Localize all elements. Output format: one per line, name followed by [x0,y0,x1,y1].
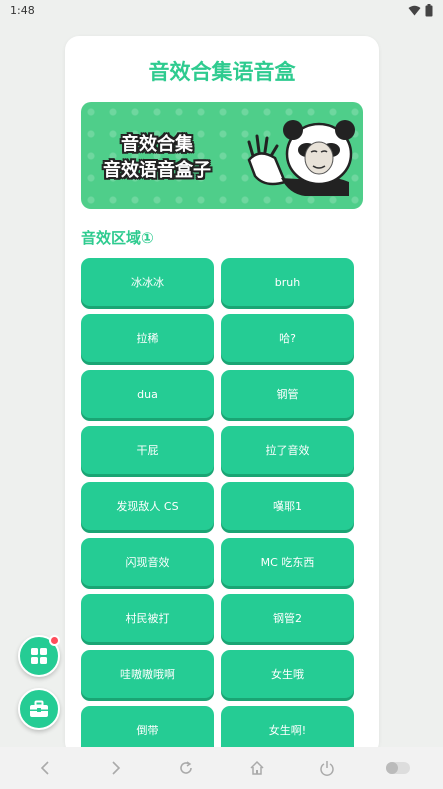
home-button[interactable] [242,753,272,783]
section-title: 音效区域① [81,229,154,247]
main-card: 音效合集语音盒 音效合集 音效语音盒子 音效区域① 冰冰冰 bruh 拉稀 哈?… [65,36,379,756]
sound-button[interactable]: 钢管 [221,370,354,418]
sound-button[interactable]: 钢管2 [221,594,354,642]
sound-button[interactable]: MC 吃东西 [221,538,354,586]
wifi-icon [408,5,421,15]
banner-line-2: 音效语音盒子 [103,160,211,181]
forward-button[interactable] [101,753,131,783]
sound-button[interactable]: 女生哦 [221,650,354,698]
sound-button[interactable]: 干屁 [81,426,214,474]
back-icon [41,761,49,775]
power-icon [320,761,334,776]
back-button[interactable] [30,753,60,783]
apps-fab-button[interactable] [18,635,60,677]
navigation-bar [0,747,443,789]
toggle-button[interactable] [383,753,413,783]
sound-button[interactable]: 发现敌人 CS [81,482,214,530]
sound-button[interactable]: dua [81,370,214,418]
sound-button[interactable]: 哈? [221,314,354,362]
sound-button[interactable]: 拉了音效 [221,426,354,474]
sound-button-grid: 冰冰冰 bruh 拉稀 哈? dua 钢管 干屁 拉了音效 发现敌人 CS 嘆耶… [81,258,357,754]
sound-button[interactable]: 村民被打 [81,594,214,642]
power-button[interactable] [312,753,342,783]
refresh-icon [180,761,193,774]
banner-line-1: 音效合集 [121,134,193,155]
sound-button[interactable]: 哇嗷嗷哦啊 [81,650,214,698]
battery-icon [425,3,433,16]
page-title: 音效合集语音盒 [148,60,296,84]
sound-button[interactable]: 冰冰冰 [81,258,214,306]
status-bar: 1:48 [0,0,443,20]
toggle-icon [385,762,410,774]
toolbox-icon [30,700,48,717]
refresh-button[interactable] [171,753,201,783]
status-icons [408,3,433,17]
sound-button[interactable]: 拉稀 [81,314,214,362]
home-icon [250,760,264,775]
grid-icon [31,648,47,664]
sound-button[interactable]: 闪现音效 [81,538,214,586]
panda-meme-icon [247,120,355,196]
toolbox-fab-button[interactable] [18,688,60,730]
notification-badge [49,635,60,646]
forward-icon [112,761,120,775]
sound-button[interactable]: 嘆耶1 [221,482,354,530]
status-time: 1:48 [10,3,35,17]
banner[interactable]: 音效合集 音效语音盒子 [81,102,363,209]
sound-button[interactable]: bruh [221,258,354,306]
banner-text: 音效合集 音效语音盒子 [103,132,211,184]
